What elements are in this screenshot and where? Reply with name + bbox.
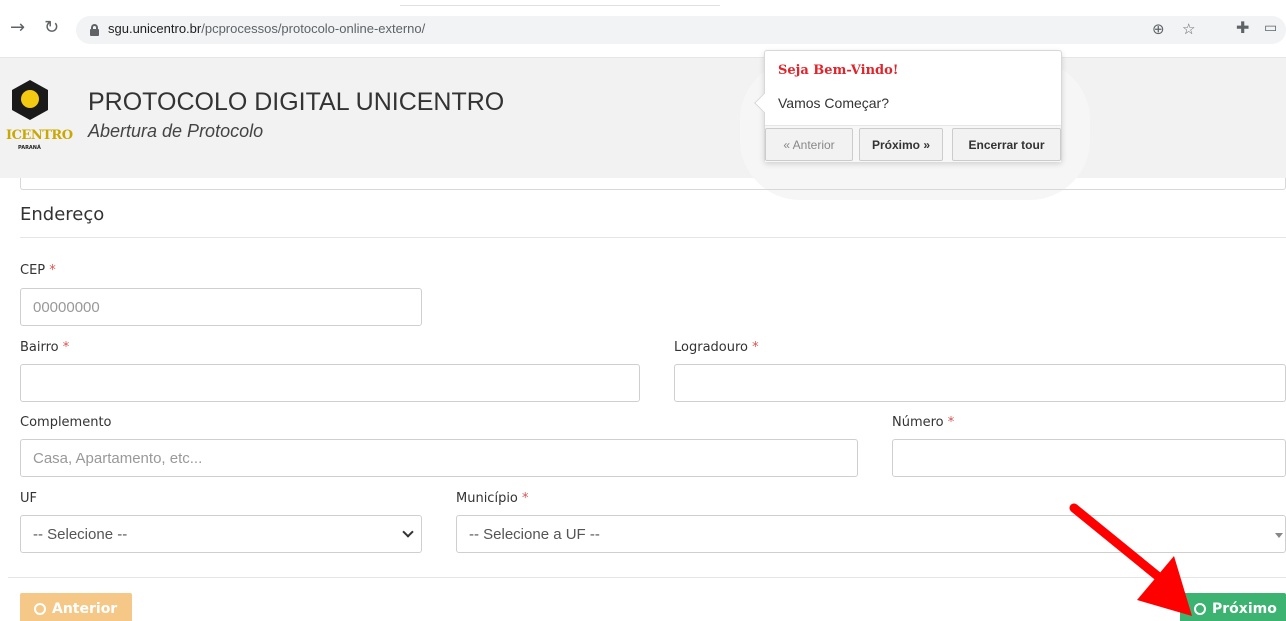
bairro-label: Bairro * — [20, 340, 70, 355]
cast-icon[interactable]: ▭ — [1264, 18, 1277, 38]
cep-input[interactable] — [20, 288, 422, 326]
caret-down-icon — [1275, 533, 1283, 538]
logo-sun — [21, 90, 39, 108]
reload-icon[interactable]: ↻ — [44, 18, 59, 38]
footer-divider — [8, 577, 1286, 578]
required-mark: * — [522, 491, 529, 506]
extensions-puzzle-icon[interactable]: ✚ — [1236, 18, 1249, 38]
numero-input[interactable] — [892, 439, 1286, 477]
complemento-label: Complemento — [20, 415, 112, 430]
uf-selected-value: -- Selecione -- — [33, 526, 128, 543]
numero-label: Número * — [892, 415, 955, 430]
bookmark-star-icon[interactable]: ☆ — [1182, 20, 1195, 38]
cep-label: CEP * — [20, 263, 56, 278]
logo-wordmark: ICENTRO — [6, 128, 73, 143]
tour-footer: « Anterior Próximo » Encerrar tour — [765, 125, 1061, 162]
app-header: ICENTRO PARANÁ PROTOCOLO DIGITAL UNICENT… — [0, 58, 1286, 178]
chevron-down-icon — [402, 526, 414, 538]
proximo-button-label: Próximo — [1212, 601, 1277, 617]
tab-strip-edge — [400, 0, 720, 6]
previous-field-edge — [20, 178, 1286, 190]
tour-body: Vamos Começar? — [778, 95, 890, 111]
url-text[interactable]: sgu.unicentro.br/pcprocessos/protocolo-o… — [108, 21, 425, 36]
logradouro-input[interactable] — [674, 364, 1286, 402]
municipio-selected-value: -- Selecione a UF -- — [469, 526, 600, 543]
uf-label: UF — [20, 491, 37, 506]
forward-arrow-icon[interactable]: → — [10, 18, 25, 38]
required-mark: * — [49, 263, 56, 278]
section-title-endereco: Endereço — [20, 204, 105, 225]
logo-subtext: PARANÁ — [18, 145, 41, 151]
uf-select[interactable]: -- Selecione -- — [20, 515, 422, 553]
tour-prev-button[interactable]: « Anterior — [765, 128, 853, 161]
page-title: PROTOCOLO DIGITAL UNICENTRO — [88, 88, 505, 116]
arrow-circle-right-icon — [1194, 603, 1206, 615]
required-mark: * — [947, 415, 955, 430]
page-subtitle: Abertura de Protocolo — [88, 121, 264, 141]
tour-title: Seja Bem-Vindo! — [778, 63, 899, 78]
address-bar[interactable]: sgu.unicentro.br/pcprocessos/protocolo-o… — [76, 16, 1286, 44]
anterior-button-label: Anterior — [52, 601, 118, 617]
page: → ↻ sgu.unicentro.br/pcprocessos/protoco… — [0, 0, 1286, 621]
logradouro-label: Logradouro * — [674, 340, 759, 355]
lock-icon[interactable] — [90, 24, 99, 36]
browser-toolbar: → ↻ sgu.unicentro.br/pcprocessos/protoco… — [0, 0, 1286, 58]
required-mark: * — [752, 340, 759, 355]
tour-popover: Seja Bem-Vindo! Vamos Começar? « Anterio… — [754, 50, 1062, 162]
municipio-select[interactable]: -- Selecione a UF -- — [456, 515, 1286, 553]
proximo-button[interactable]: Próximo — [1180, 593, 1286, 621]
section-divider — [20, 237, 1286, 238]
tour-next-button[interactable]: Próximo » — [859, 128, 943, 161]
unicentro-logo: ICENTRO PARANÁ — [6, 78, 76, 158]
tour-end-button[interactable]: Encerrar tour — [952, 128, 1061, 161]
required-mark: * — [62, 340, 70, 355]
bairro-input[interactable] — [20, 364, 640, 402]
anterior-button[interactable]: Anterior — [20, 593, 132, 621]
zoom-icon[interactable]: ⊕ — [1152, 20, 1165, 38]
complemento-input[interactable] — [20, 439, 858, 477]
arrow-circle-left-icon — [34, 603, 46, 615]
municipio-label: Município * — [456, 491, 529, 506]
